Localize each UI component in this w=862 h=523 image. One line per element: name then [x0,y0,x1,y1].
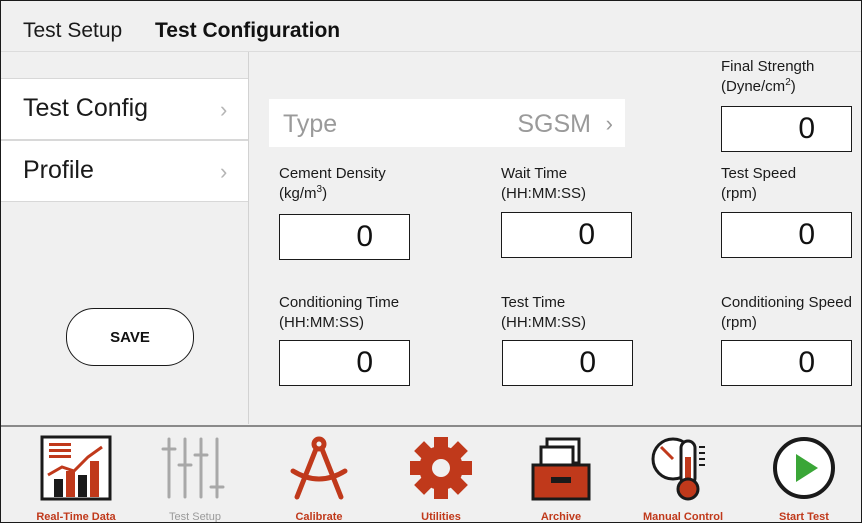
nav-label: Real-Time Data [36,511,116,523]
sliders-icon [161,437,225,499]
type-label: Type [283,110,338,138]
nav-real-time-data[interactable]: Real-Time Data [21,427,131,523]
sidebar-item-label: Profile [23,156,94,184]
cement-density-field[interactable]: 0 [279,214,410,260]
nav-label: Start Test [779,511,829,523]
conditioning-time-unit: (HH:MM:SS) [279,314,364,331]
gear-icon [410,437,472,499]
nav-manual-control[interactable]: Manual Control [628,427,738,523]
compass-icon [290,436,348,500]
sidebar-item-test-config[interactable]: Test Config › [1,78,248,140]
final-strength-field[interactable]: 0 [721,106,852,152]
test-time-label: Test Time [501,294,566,311]
sidebar: Test Config › Profile › SAVE [1,52,249,424]
nav-label: Manual Control [642,511,724,523]
wait-time-unit: (HH:MM:SS) [501,185,586,202]
breadcrumb[interactable]: Test Setup [23,19,122,43]
nav-utilities[interactable]: Utilities [386,427,496,523]
conditioning-speed-label: Conditioning Speed [721,294,852,311]
cement-density-label: Cement Density [279,165,386,182]
bottom-nav-bar: Real-Time Data Test Setup Calibrate Util… [1,425,861,523]
conditioning-time-label: Conditioning Time [279,294,400,311]
final-strength-label: Final Strength [721,58,815,75]
test-time-unit: (HH:MM:SS) [501,314,586,331]
save-button[interactable]: SAVE [66,308,194,366]
nav-start-test[interactable]: Start Test [749,427,859,523]
archive-icon [531,437,591,501]
nav-archive[interactable]: Archive [506,427,616,523]
nav-test-setup[interactable]: Test Setup [140,427,250,523]
conditioning-speed-unit: (rpm) [721,314,757,331]
chart-icon [40,435,112,501]
test-speed-label: Test Speed [721,165,797,182]
header-bar: Test Setup Test Configuration [1,1,861,52]
chevron-right-icon: › [220,97,228,122]
type-selector[interactable]: Type SGSM › [269,99,625,147]
test-time-field[interactable]: 0 [502,340,633,386]
test-speed-unit: (rpm) [721,185,757,202]
nav-calibrate[interactable]: Calibrate [264,427,374,523]
config-form: Type SGSM › Final Strength (Dyne/cm2) 0 … [249,52,861,424]
nav-label: Test Setup [169,511,221,523]
test-speed-field[interactable]: 0 [721,212,852,258]
app-window: Test Setup Test Configuration Test Confi… [0,0,862,523]
play-icon [773,437,835,499]
nav-label: Utilities [421,511,461,523]
chevron-right-icon: › [220,159,228,184]
cement-density-unit: (kg/m3) [279,184,328,203]
wait-time-field[interactable]: 0 [501,212,632,258]
thermometer-gauge-icon [651,437,705,501]
page-title: Test Configuration [155,19,341,42]
nav-label: Calibrate [295,511,343,523]
nav-label: Archive [540,511,582,523]
conditioning-speed-field[interactable]: 0 [721,340,852,386]
sidebar-item-label: Test Config [23,94,149,122]
wait-time-label: Wait Time [501,165,568,182]
conditioning-time-field[interactable]: 0 [279,340,410,386]
final-strength-unit: (Dyne/cm2) [721,77,796,96]
type-value: SGSM [517,110,591,138]
sidebar-item-profile[interactable]: Profile › [1,140,248,202]
chevron-right-icon: › [605,111,613,136]
